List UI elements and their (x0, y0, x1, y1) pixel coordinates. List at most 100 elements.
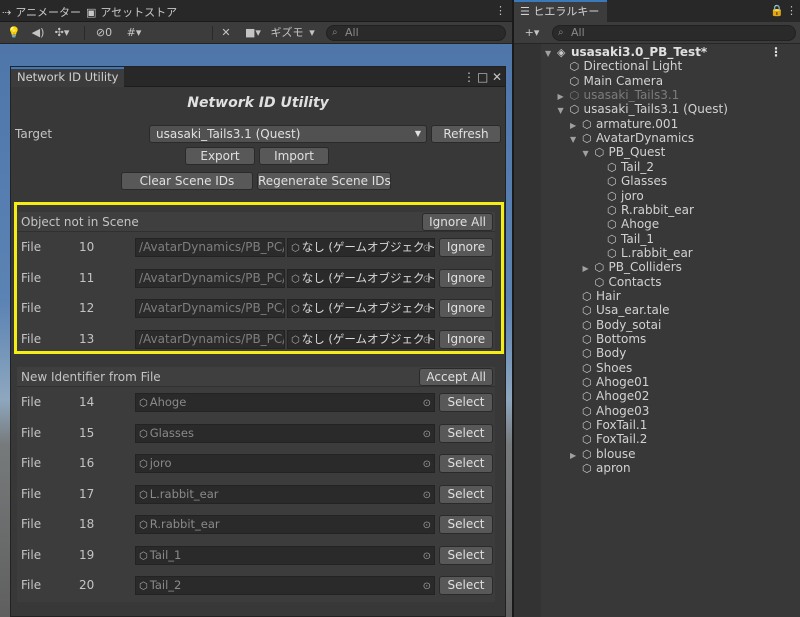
object-picker-icon[interactable]: ⊙ (423, 517, 431, 533)
hierarchy-item[interactable]: ⬡ Body_sotai (570, 318, 661, 332)
window-menu-icon[interactable]: ⋮ (463, 69, 475, 85)
effects-toggle-icon[interactable]: ✣▾ (52, 25, 72, 41)
hierarchy-item[interactable]: ⬡ R.rabbit_ear (595, 203, 694, 217)
select-button[interactable]: Select (439, 484, 493, 504)
row-id: 15 (79, 425, 95, 440)
hierarchy-item[interactable]: ▼ ◈ usasaki3.0_PB_Test* ⋮ (545, 45, 782, 61)
select-button[interactable]: Select (439, 454, 493, 473)
list-item: File 16 ⬡ joro ⊙ Select (17, 449, 495, 480)
object-picker-icon[interactable]: ⊙ (423, 426, 431, 442)
hierarchy-item[interactable]: ⬡ Shoes (570, 361, 632, 375)
hierarchy-item[interactable]: ⬡ Tail_1 (595, 232, 654, 246)
hierarchy-item[interactable]: ⬡ Main Camera (558, 74, 664, 88)
hierarchy-item[interactable]: ⬡ apron (570, 461, 631, 475)
scene-menu-icon[interactable]: ⋮ (770, 45, 782, 59)
gameobject-icon: ⬡ (594, 275, 605, 289)
refresh-button[interactable]: Refresh (431, 125, 501, 143)
select-button[interactable]: Select (439, 423, 493, 443)
gizmos-dropdown-icon[interactable]: ▾ (306, 25, 318, 41)
hierarchy-item[interactable]: ▼ ⬡ usasaki_Tails3.1 (Quest) (558, 102, 728, 116)
list-item: File 17 ⬡ L.rabbit_ear ⊙ Select (17, 480, 495, 511)
hierarchy-item[interactable]: ⬡ Bottoms (570, 332, 646, 346)
expand-arrow-icon[interactable]: ▼ (570, 133, 582, 147)
maximize-icon[interactable]: □ (477, 69, 488, 85)
clear-scene-ids-button[interactable]: Clear Scene IDs (121, 172, 253, 190)
hierarchy-item[interactable]: ⬡ Ahoge03 (570, 404, 649, 418)
expand-arrow-icon[interactable]: ▼ (545, 47, 557, 61)
export-button[interactable]: Export (185, 147, 255, 165)
hierarchy-item[interactable]: ▼ ⬡ AvatarDynamics (570, 131, 694, 145)
tab-hierarchy[interactable]: ☰ ヒエラルキー (514, 0, 608, 22)
camera-settings-icon[interactable]: ■▾ (240, 25, 266, 41)
object-field[interactable]: ⬡ Tail_1 ⊙ (135, 545, 435, 565)
new-identifier-header: New Identifier from File Accept All (17, 367, 495, 387)
audio-toggle-icon[interactable]: ◀) (30, 25, 46, 41)
hierarchy-item[interactable]: ⬡ Ahoge01 (570, 375, 649, 389)
grid-toggle-icon[interactable]: #▾ (122, 25, 146, 41)
select-button[interactable]: Select (439, 515, 493, 534)
gizmos-toggle[interactable]: ギズモ (270, 25, 304, 41)
expand-arrow-icon[interactable]: ▼ (583, 147, 595, 161)
hierarchy-item[interactable]: ▶ ⬡ blouse (570, 447, 636, 461)
hierarchy-item[interactable]: ▼ ⬡ PB_Quest (583, 145, 666, 159)
lighting-toggle-icon[interactable]: 💡 (6, 25, 22, 41)
tab-animator[interactable]: ⇢ アニメーター (2, 4, 81, 20)
gameobject-icon: ⬡ (582, 376, 592, 390)
hierarchy-item[interactable]: ⬡ Contacts (583, 275, 662, 289)
hierarchy-item[interactable]: ⬡ FoxTail.1 (570, 418, 647, 432)
scene-search-input[interactable]: ⌕ All (326, 25, 506, 41)
object-picker-icon[interactable]: ⊙ (423, 578, 431, 594)
hierarchy-item[interactable]: ▶ ⬡ PB_Colliders (583, 260, 682, 274)
hierarchy-item[interactable]: ▶ ⬡ usasaki_Tails3.1 (558, 88, 680, 102)
hierarchy-item[interactable]: ⬡ Ahoge (595, 217, 659, 231)
hierarchy-item-label: Body (596, 346, 627, 361)
hierarchy-item[interactable]: ⬡ Usa_ear.tale (570, 303, 670, 317)
hierarchy-item-label: Contacts (608, 274, 662, 289)
create-add-icon[interactable]: +▾ (520, 25, 544, 41)
object-field-value: Tail_2 (149, 578, 182, 592)
lock-icon[interactable]: 🔒 (770, 3, 784, 19)
select-button[interactable]: Select (439, 393, 493, 412)
hierarchy-panel: ☰ ヒエラルキー 🔒 ⋮ +▾ ⌕ All ▼ ◈ usasaki3.0_PB_Te… (513, 0, 800, 617)
expand-arrow-icon[interactable]: ▼ (558, 104, 570, 118)
object-field[interactable]: ⬡ Tail_2 ⊙ (135, 576, 435, 595)
object-field[interactable]: ⬡ Glasses ⊙ (135, 423, 435, 443)
hierarchy-item[interactable]: ⬡ Body (570, 346, 626, 360)
hierarchy-item[interactable]: ⬡ Hair (570, 289, 621, 303)
more-menu-icon[interactable]: ⋮ (495, 4, 506, 17)
hierarchy-item[interactable]: ⬡ L.rabbit_ear (595, 246, 693, 260)
object-field[interactable]: ⬡ R.rabbit_ear ⊙ (135, 515, 435, 534)
object-field[interactable]: ⬡ Ahoge ⊙ (135, 393, 435, 412)
hierarchy-item[interactable]: ⬡ Ahoge02 (570, 389, 649, 403)
more-menu-icon[interactable]: ⋮ (786, 3, 797, 19)
window-tab[interactable]: Network ID Utility (11, 67, 125, 87)
accept-all-button[interactable]: Accept All (419, 368, 493, 386)
hierarchy-item[interactable]: ⬡ Directional Light (558, 59, 683, 73)
hierarchy-item[interactable]: ▶ ⬡ armature.001 (570, 117, 678, 131)
object-field-value: R.rabbit_ear (149, 517, 220, 531)
gameobject-icon: ⬡ (139, 489, 148, 501)
hidden-objects-toggle[interactable]: ⊘0 (90, 25, 118, 41)
regenerate-scene-ids-button[interactable]: Regenerate Scene IDs (257, 172, 391, 190)
gameobject-icon: ⬡ (582, 447, 592, 461)
target-dropdown[interactable]: usasaki_Tails3.1 (Quest) ▼ (149, 125, 427, 143)
object-picker-icon[interactable]: ⊙ (423, 487, 431, 503)
select-button[interactable]: Select (439, 545, 493, 565)
object-field[interactable]: ⬡ L.rabbit_ear ⊙ (135, 484, 435, 504)
row-id: 19 (79, 547, 95, 562)
gameobject-icon: ⬡ (607, 218, 617, 232)
import-button[interactable]: Import (259, 147, 329, 165)
object-picker-icon[interactable]: ⊙ (423, 395, 431, 411)
object-field[interactable]: ⬡ joro ⊙ (135, 454, 435, 473)
hierarchy-search-input[interactable]: ⌕ All (552, 25, 796, 41)
close-icon[interactable]: ✕ (492, 69, 502, 85)
select-button[interactable]: Select (439, 576, 493, 595)
tools-icon[interactable]: ✕ (218, 25, 234, 41)
hierarchy-item[interactable]: ⬡ Glasses (595, 174, 667, 188)
hierarchy-item[interactable]: ⬡ joro (595, 189, 644, 203)
object-picker-icon[interactable]: ⊙ (423, 548, 431, 564)
tab-asset-store[interactable]: ▣ アセットストア (86, 4, 177, 20)
hierarchy-item[interactable]: ⬡ FoxTail.2 (570, 432, 647, 446)
hierarchy-item[interactable]: ⬡ Tail_2 (595, 160, 654, 174)
object-picker-icon[interactable]: ⊙ (423, 456, 431, 472)
